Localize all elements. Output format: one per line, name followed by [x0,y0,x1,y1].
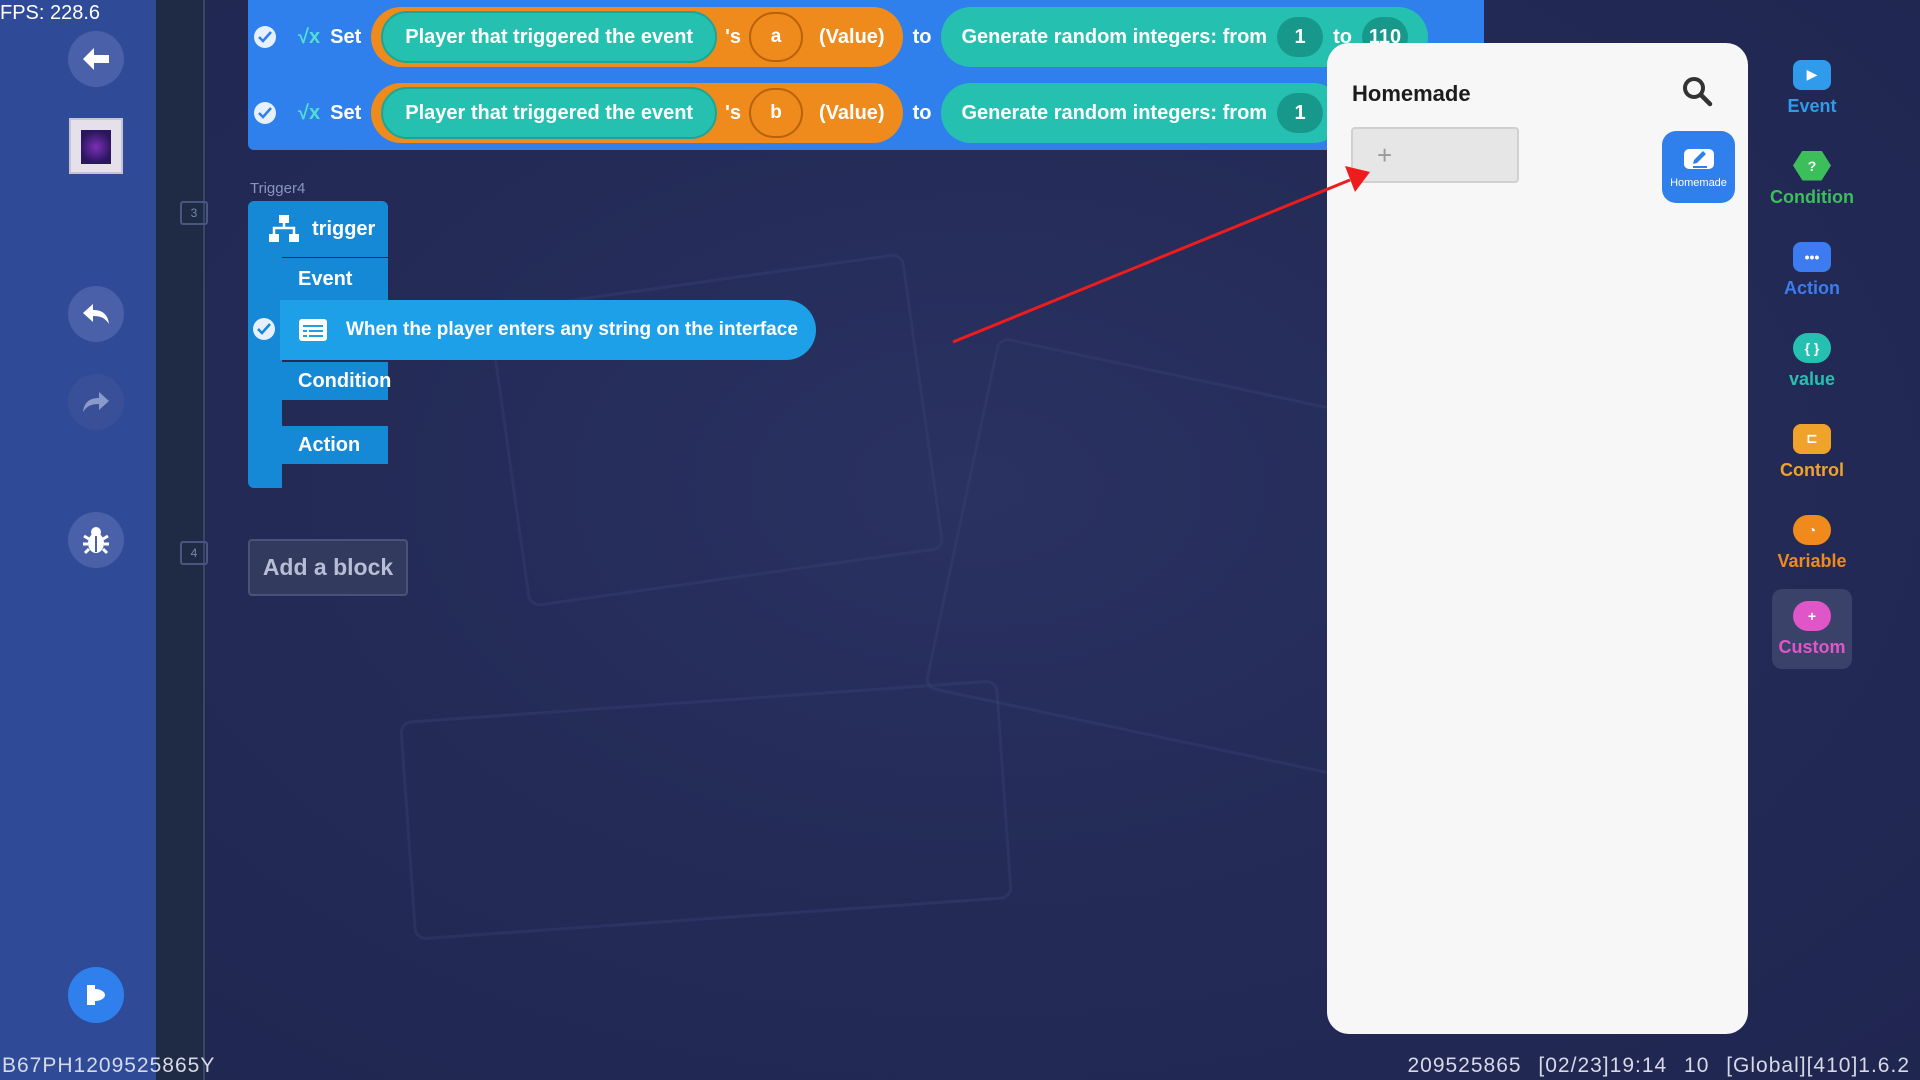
debug-button[interactable] [68,512,124,568]
category-label: Custom [1778,636,1846,657]
variable-category-icon: ◔ [1793,514,1831,545]
run-button[interactable] [68,967,124,1023]
to-label: to [912,101,932,124]
arrow-left-icon [83,48,109,70]
category-control[interactable]: ⊏ Control [1772,412,1852,492]
plus-icon: + [1377,139,1393,170]
enabled-checkbox[interactable] [248,76,282,150]
set-row-b[interactable]: √x Set Player that triggered the event '… [248,76,1344,150]
custom-category-icon: + [1793,600,1831,631]
build-info: 209525865 [02/23]19:14 10 [Global][410]1… [1407,1054,1910,1077]
random-label: Generate random integers: from [961,25,1268,48]
add-block-button[interactable]: Add a block [248,539,408,596]
background-decoration [399,679,1013,941]
possessive-label: 's [725,101,741,124]
value-category-icon: { } [1793,332,1831,363]
search-icon [1683,77,1713,107]
edit-icon [1683,149,1714,169]
category-label: Control [1780,459,1844,480]
enabled-checkbox[interactable] [248,0,282,74]
to-label: to [912,25,932,48]
value-label: (Value) [819,25,885,48]
fps-counter: FPS: 228.6 [0,2,101,24]
player-selector[interactable]: Player that triggered the event [381,87,718,139]
homemade-tab[interactable]: Homemade [1662,131,1735,203]
interface-input-icon [299,319,327,341]
map-thumbnail[interactable] [69,118,123,174]
event-block[interactable]: When the player enters any string on the… [280,300,816,360]
condition-section-label: Condition [282,362,391,400]
function-icon: √x [298,25,321,48]
device-id: B67PH1209525865Y [2,1054,216,1077]
player-selector[interactable]: Player that triggered the event [381,11,718,63]
from-number-input[interactable]: 1 [1277,93,1324,133]
undo-icon [83,304,109,324]
event-enabled-checkbox[interactable] [253,318,275,340]
category-custom[interactable]: + Custom [1772,589,1852,669]
category-condition[interactable]: ? Condition [1770,139,1854,219]
random-integer-block[interactable]: Generate random integers: from 1 [941,83,1344,143]
category-action[interactable]: ••• Action [1772,230,1852,310]
checkmark-icon [258,31,272,43]
gutter-divider [203,0,205,1080]
panel-title: Homemade [1352,81,1471,106]
bug-icon [83,527,109,555]
left-toolbar: FPS: 228.6 [0,0,156,1080]
back-button[interactable] [68,31,124,87]
variable-name[interactable]: a [749,12,803,62]
player-value-pill[interactable]: Player that triggered the event 's b (Va… [371,83,903,143]
set-label: Set [330,101,362,124]
hierarchy-icon [269,215,299,242]
set-label: Set [330,25,362,48]
function-icon: √x [298,101,321,124]
checkmark-icon [257,323,271,335]
set-variables-block-group[interactable]: √x Set Player that triggered the event '… [248,0,1484,150]
homemade-tab-label: Homemade [1670,177,1727,189]
action-section-label: Action [282,426,388,464]
line-number-4: 4 [180,541,208,565]
trigger-spine [248,256,282,488]
trigger-name: Trigger4 [250,180,306,197]
category-label: Action [1784,277,1840,298]
event-category-icon: ▶ [1793,59,1831,90]
trigger-header[interactable]: trigger [248,201,388,257]
category-event[interactable]: ▶ Event [1772,48,1852,128]
event-section-label: Event [282,258,388,300]
search-button[interactable] [1681,75,1713,112]
homemade-panel: Homemade + Homemade [1327,43,1748,1034]
undo-button[interactable] [68,286,124,342]
condition-category-icon: ? [1793,150,1831,181]
control-category-icon: ⊏ [1793,423,1831,454]
redo-icon [83,392,109,412]
value-label: (Value) [819,101,885,124]
player-value-pill[interactable]: Player that triggered the event 's a (Va… [371,7,903,67]
trigger-title: trigger [312,217,376,240]
category-label: Event [1787,95,1837,116]
category-variable[interactable]: ◔ Variable [1772,503,1852,583]
line-number-3: 3 [180,201,208,225]
category-label: Variable [1777,550,1847,571]
new-homemade-block-button[interactable]: + [1351,127,1519,183]
category-label: value [1788,368,1836,389]
event-text: When the player enters any string on the… [346,319,798,340]
set-row-a[interactable]: √x Set Player that triggered the event '… [248,0,1428,74]
play-flag-icon [87,985,105,1005]
category-label: Condition [1770,186,1854,207]
random-label: Generate random integers: from [961,101,1268,124]
category-value[interactable]: { } value [1772,321,1852,401]
checkmark-icon [258,107,272,119]
from-number-input[interactable]: 1 [1277,17,1324,57]
redo-button[interactable] [68,374,124,430]
line-number-gutter [156,0,206,1080]
possessive-label: 's [725,25,741,48]
action-category-icon: ••• [1793,241,1831,272]
variable-name[interactable]: b [749,88,803,138]
